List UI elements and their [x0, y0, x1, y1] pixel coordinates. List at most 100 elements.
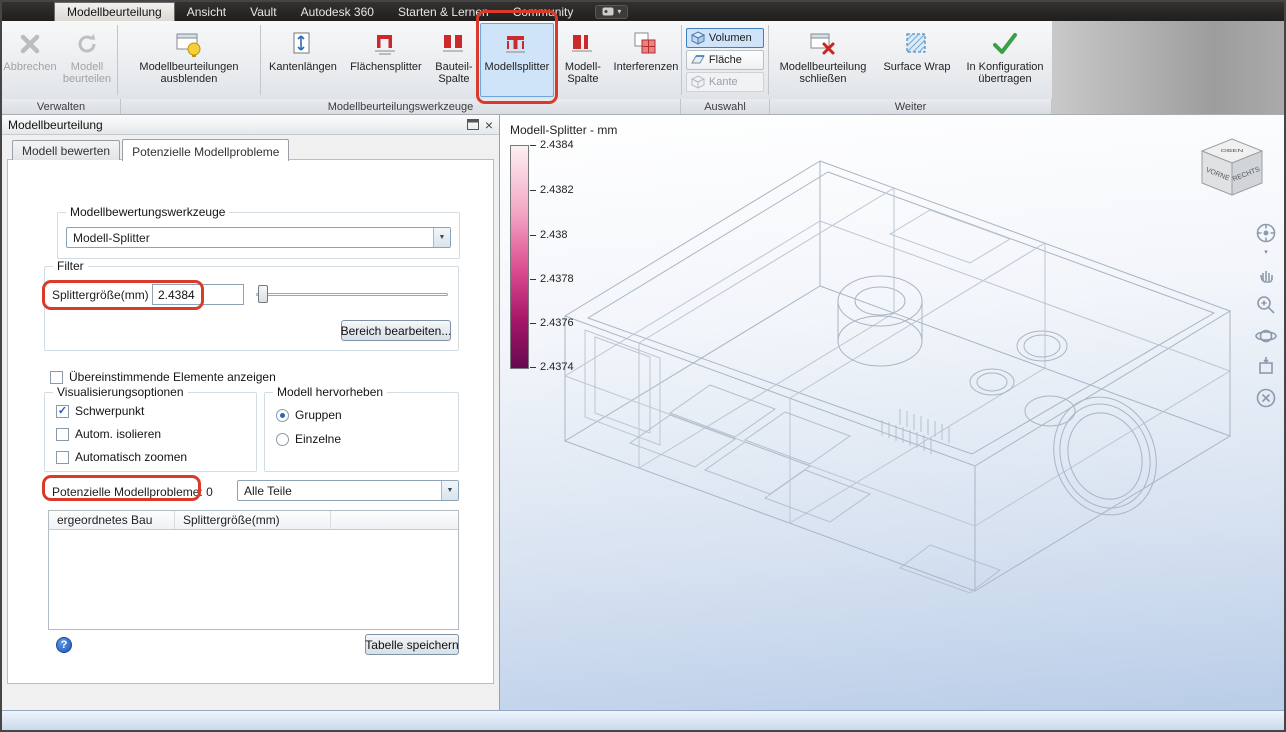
abbrechen-button[interactable]: Abbrechen [2, 23, 58, 97]
group-label-verwalten: Verwalten [2, 99, 121, 114]
table-body[interactable] [49, 530, 458, 629]
radio-label: Gruppen [295, 408, 342, 422]
volumen-button[interactable]: Volumen [685, 28, 765, 48]
bereich-bearbeiten-button[interactable]: Bereich bearbeiten... [341, 320, 451, 341]
view-cube[interactable]: OBEN VORNE RECHTS [1192, 131, 1272, 211]
close-assessment-icon [808, 27, 838, 61]
splitter-size-input[interactable] [152, 284, 244, 305]
menu-tab-community[interactable]: Community [501, 2, 586, 21]
chevron-down-icon[interactable]: ▾ [1264, 248, 1268, 256]
orbit-icon[interactable] [1254, 324, 1278, 348]
media-icon [602, 7, 614, 16]
zoom-icon[interactable] [1254, 293, 1278, 317]
close-panel-icon[interactable]: × [485, 118, 493, 132]
checkbox-schwerpunkt[interactable]: ✓ Schwerpunkt [56, 404, 144, 418]
bauteil-spalte-label: Bauteil-Spalte [435, 61, 473, 85]
modellsplitter-button[interactable]: Modellsplitter [479, 23, 554, 97]
checkbox-automatisch-zoomen[interactable]: ✓ Automatisch zoomen [56, 450, 187, 464]
hide-assessments-icon [174, 27, 204, 61]
bewertungswerkzeug-combobox[interactable]: Modell-Splitter ▼ [66, 227, 451, 248]
ausblenden-label: Modellbeurteilungen ausblenden [139, 61, 239, 85]
groupbox-label: Filter [53, 259, 88, 273]
kantenlaengen-button[interactable]: Kantenlängen [262, 23, 344, 97]
groupbox-label: Modell hervorheben [273, 385, 388, 399]
teile-filter-combobox[interactable]: Alle Teile ▼ [237, 480, 459, 501]
legend-title: Modell-Splitter - mm [510, 123, 618, 137]
ribbon-group-labels: Verwalten Modellbeurteilungswerkzeuge Au… [2, 99, 1052, 115]
panel-title: Modellbeurteilung [8, 117, 103, 132]
edge-length-icon [288, 27, 318, 61]
panel-tabs: Modell bewerten Potenzielle Modellproble… [12, 139, 291, 161]
modellbeurteilung-schliessen-button[interactable]: Modellbeurteilung schließen [770, 23, 876, 97]
model-gap-icon [568, 27, 598, 61]
ribbon-group-verwalten: Abbrechen Modell beurteilen [2, 23, 116, 97]
part-gap-icon [439, 27, 469, 61]
refresh-icon [73, 27, 101, 61]
dock-panel-icon[interactable] [466, 119, 479, 130]
surface-wrap-button[interactable]: Surface Wrap [876, 23, 958, 97]
look-at-icon[interactable] [1254, 355, 1278, 379]
modellbeurteilung-panel: Modellbeurteilung × Modell bewerten Pote… [2, 115, 500, 710]
column-header-splitter-size[interactable]: Splittergröße(mm) [175, 511, 331, 529]
in-konfiguration-button[interactable]: In Konfiguration übertragen [958, 23, 1052, 97]
status-bar [2, 710, 1284, 730]
ribbon-separator [259, 25, 261, 95]
menu-tab-starten-lernen[interactable]: Starten & Lernen [386, 2, 501, 21]
slider-track [256, 293, 448, 296]
splitter-size-slider[interactable] [256, 284, 448, 304]
slider-thumb[interactable] [258, 285, 268, 303]
tabelle-speichern-button[interactable]: Tabelle speichern [365, 634, 459, 655]
chevron-down-icon: ▾ [617, 7, 622, 16]
face-splitter-icon [371, 27, 401, 61]
kante-button[interactable]: Kante [685, 72, 765, 92]
column-header-empty[interactable] [331, 511, 458, 529]
checkbox-label: Übereinstimmende Elemente anzeigen [69, 370, 276, 384]
flaeche-button[interactable]: Fläche [685, 50, 765, 70]
menu-tab-modellbeurteilung[interactable]: Modellbeurteilung [54, 2, 175, 21]
modell-spalte-label: Modell-Spalte [564, 61, 601, 85]
modell-spalte-button[interactable]: Modell-Spalte [554, 23, 612, 97]
ribbon-separator [117, 25, 118, 95]
bauteil-spalte-button[interactable]: Bauteil-Spalte [428, 23, 480, 97]
model-viewport[interactable]: Modell-Splitter - mm 2.4384 2.4382 2.438… [500, 115, 1284, 710]
ribbon: Abbrechen Modell beurteilen Modellbeurte… [2, 21, 1052, 99]
checkbox-uebereinstimmende[interactable]: ✓ Übereinstimmende Elemente anzeigen [50, 370, 276, 384]
radio-icon [276, 408, 289, 422]
panel-content: Modellbewertungswerkzeuge Modell-Splitte… [7, 159, 494, 684]
legend-tick: 2.438 [530, 229, 568, 241]
checkbox-autom-isolieren[interactable]: ✓ Autom. isolieren [56, 427, 161, 441]
close-circle-icon[interactable] [1254, 386, 1278, 410]
modellbeurteilungen-ausblenden-button[interactable]: Modellbeurteilungen ausblenden [119, 23, 259, 97]
ribbon-group-auswahl: Volumen Fläche Kante [683, 23, 767, 97]
splitter-size-label: Splittergröße(mm) [52, 288, 149, 302]
column-header-parent-part[interactable]: ergeordnetes Bau [49, 511, 175, 529]
in-konfiguration-label: In Konfiguration übertragen [966, 61, 1044, 85]
face-icon [691, 55, 705, 64]
flaechensplitter-label: Flächensplitter [350, 61, 422, 73]
menu-tab-ansicht[interactable]: Ansicht [175, 2, 238, 21]
interferenzen-button[interactable]: Interferenzen [612, 23, 680, 97]
menu-tab-autodesk360[interactable]: Autodesk 360 [289, 2, 386, 21]
modellsplitter-label: Modellsplitter [484, 61, 550, 73]
legend-tick: 2.4382 [530, 184, 574, 196]
menu-tab-vault[interactable]: Vault [238, 2, 288, 21]
navigation-wheel-icon[interactable] [1254, 221, 1278, 245]
modell-beurteilen-button[interactable]: Modell beurteilen [58, 23, 116, 97]
app-window: Modellbeurteilung Ansicht Vault Autodesk… [0, 0, 1286, 732]
radio-einzelne[interactable]: Einzelne [276, 432, 341, 446]
group-label-auswahl: Auswahl [681, 99, 770, 114]
radio-label: Einzelne [295, 432, 342, 446]
volumen-label: Volumen [708, 32, 752, 44]
radio-gruppen[interactable]: Gruppen [276, 408, 342, 422]
tab-potenzielle-modellprobleme[interactable]: Potenzielle Modellprobleme [122, 139, 290, 161]
wireframe-model [563, 160, 1232, 594]
pan-hand-icon[interactable] [1254, 262, 1278, 286]
group-label-werkzeuge: Modellbeurteilungswerkzeuge [121, 99, 681, 114]
quick-access-menu-button[interactable]: ▾ [595, 4, 629, 19]
help-icon[interactable]: ? [56, 637, 72, 653]
flaechensplitter-button[interactable]: Flächensplitter [344, 23, 428, 97]
kantenlaengen-label: Kantenlängen [269, 61, 337, 73]
tab-modell-bewerten[interactable]: Modell bewerten [12, 140, 121, 160]
navigation-bar: ▾ [1253, 221, 1279, 417]
checkbox-label: Schwerpunkt [75, 404, 145, 418]
